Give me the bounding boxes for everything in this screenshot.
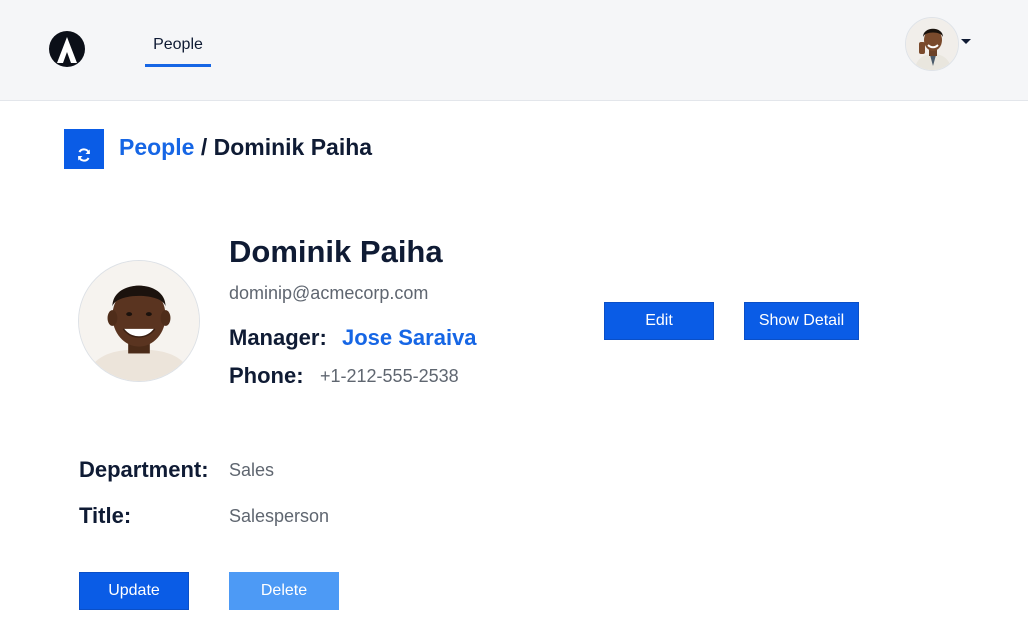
person-name: Dominik Paiha [229,234,443,269]
title-label: Title: [79,503,132,528]
breadcrumb: People / Dominik Paiha [119,134,372,161]
refresh-button[interactable] [64,129,104,169]
email-address: dominip@acmecorp.com [229,283,429,303]
nav-tab-people[interactable]: People [145,34,211,67]
update-button[interactable]: Update [79,572,189,610]
edit-button[interactable]: Edit [604,302,714,340]
user-avatar[interactable] [905,17,959,71]
user-menu[interactable] [905,17,975,73]
chevron-down-icon[interactable] [961,39,971,44]
user-avatar-image [906,18,958,70]
title-value: Salesperson [229,506,330,526]
phone-label: Phone: [229,363,304,388]
show-detail-button[interactable]: Show Detail [744,302,859,340]
manager-link[interactable]: Jose Saraiva [342,325,477,351]
breadcrumb-separator: / [200,134,208,160]
top-navigation-bar: People [0,0,1028,101]
refresh-icon [78,148,90,162]
phone-value: +1-212-555-2538 [320,366,459,386]
profile-photo [78,260,200,382]
breadcrumb-current: Dominik Paiha [213,134,373,160]
manager-label: Manager: [229,325,327,350]
acme-logo-icon[interactable] [48,30,86,68]
profile-photo-image [79,261,199,381]
delete-button[interactable]: Delete [229,572,339,610]
department-label: Department: [79,457,209,482]
department-value: Sales [229,460,275,480]
breadcrumb-people-link[interactable]: People [119,134,194,160]
